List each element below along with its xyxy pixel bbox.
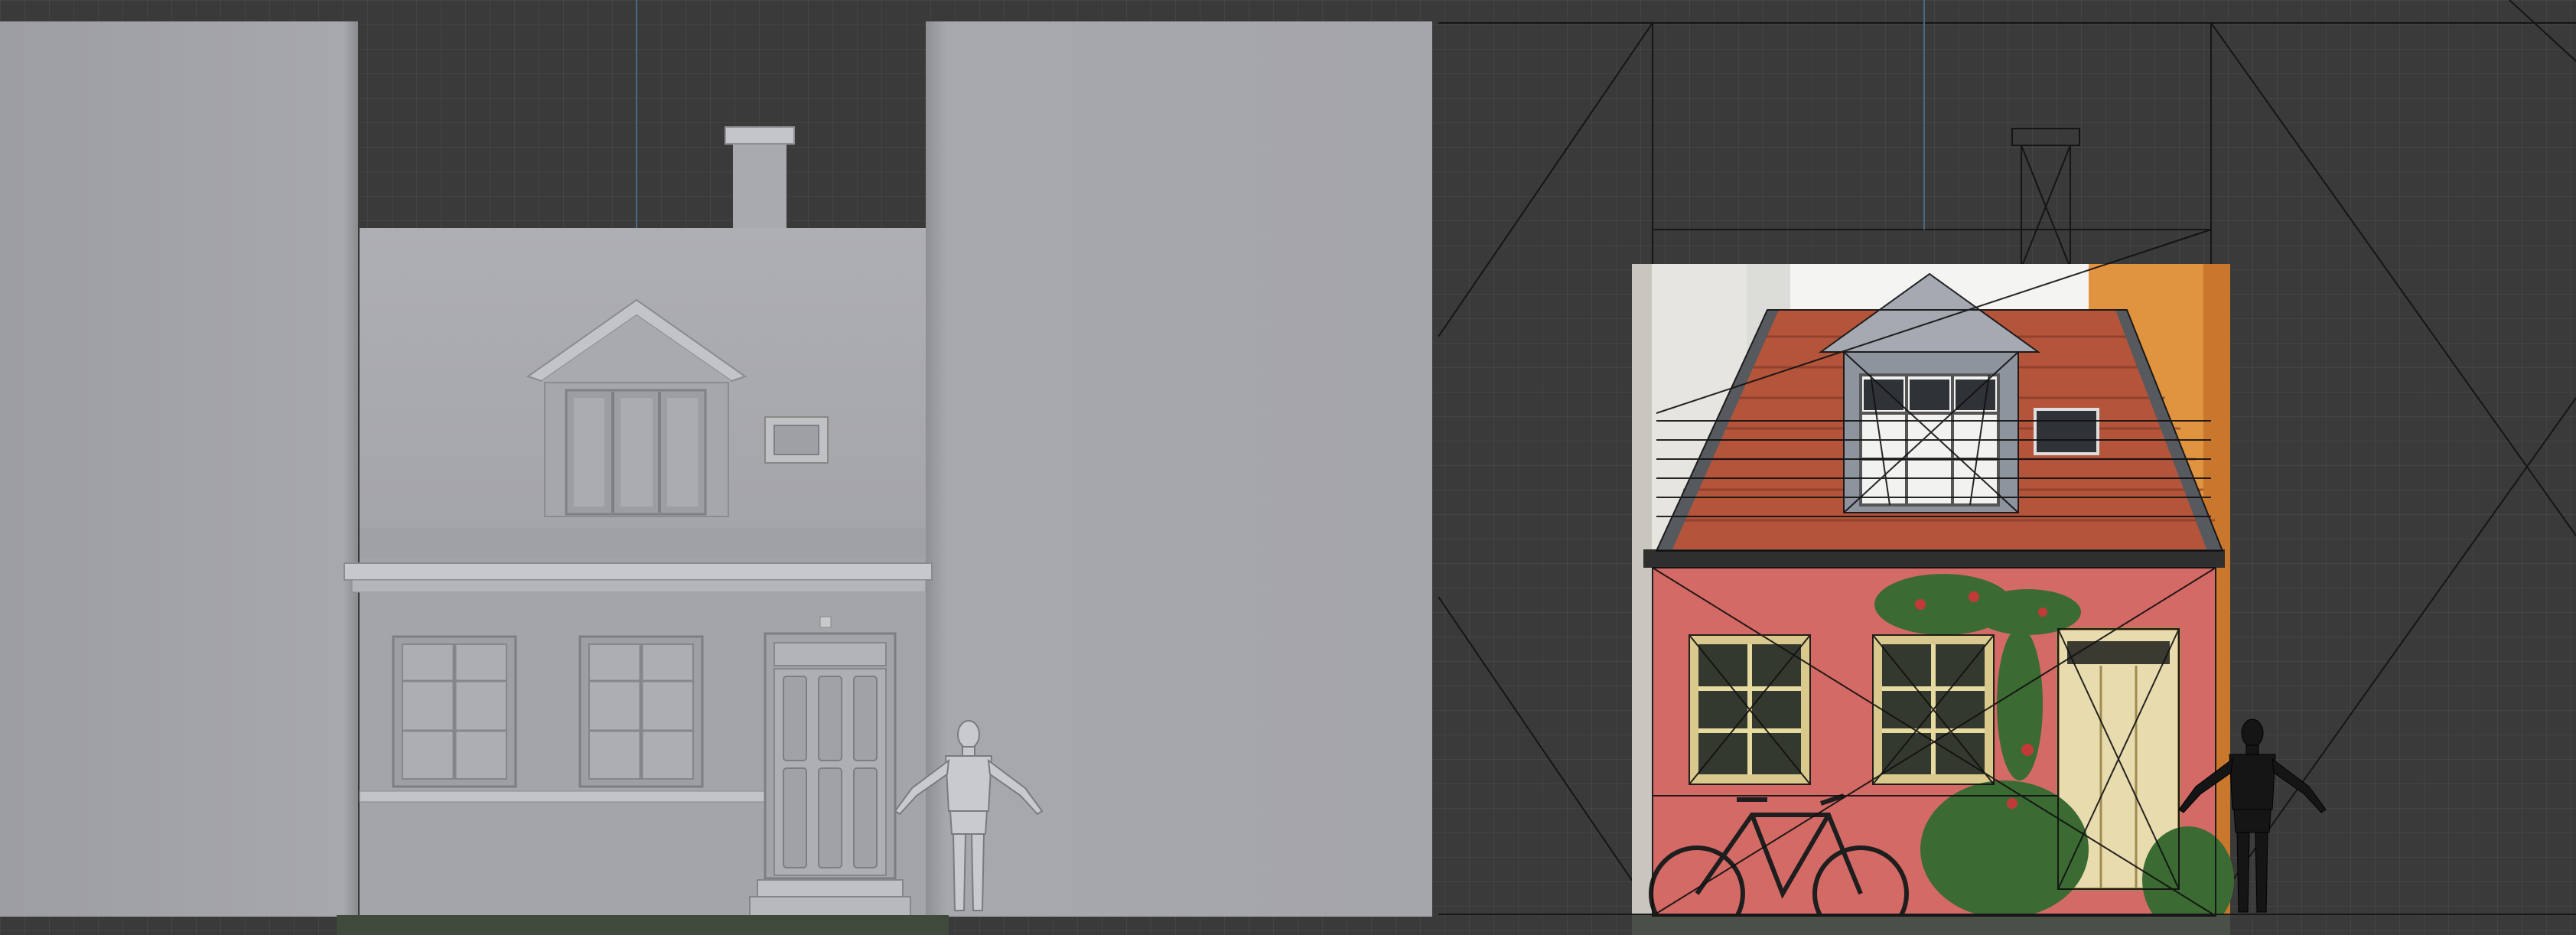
house-model xyxy=(344,228,933,917)
ground-window-middle xyxy=(578,635,704,788)
wireframe-photo-view[interactable] xyxy=(1438,0,2576,935)
front-door xyxy=(749,616,911,917)
ground-window-left xyxy=(392,635,517,788)
clay-render-view[interactable] xyxy=(0,0,1438,935)
roof-cornice xyxy=(344,562,933,581)
background-wall-left xyxy=(0,21,358,917)
3d-viewport[interactable] xyxy=(0,0,2576,935)
chimney xyxy=(725,126,795,245)
reference-photo xyxy=(1632,264,2234,935)
ground-strip xyxy=(337,915,949,935)
chimney-wireframe xyxy=(2011,128,2080,269)
roof-skylight xyxy=(764,416,829,464)
